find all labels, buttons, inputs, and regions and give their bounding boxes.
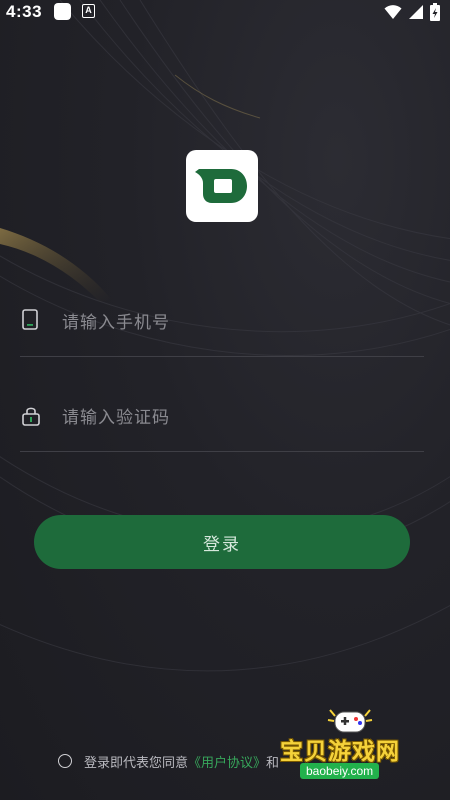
status-icons <box>384 3 440 21</box>
phone-icon <box>22 309 38 330</box>
watermark-url: baobeiy.com <box>300 763 380 779</box>
agree-checkbox[interactable] <box>58 754 72 768</box>
status-time: 4:33 <box>6 2 43 21</box>
watermark-text: 宝贝游戏网 <box>280 739 400 765</box>
lock-icon <box>22 407 40 426</box>
user-agreement-link[interactable]: 《用户协议》 <box>188 752 266 771</box>
battery-charging-icon <box>430 3 440 21</box>
login-button-label: 登录 <box>203 534 241 555</box>
login-button[interactable]: 登录 <box>34 515 410 569</box>
watermark: 宝贝游戏网 baobeiy.com <box>278 706 428 786</box>
phone-input[interactable]: 请输入手机号 <box>62 308 170 333</box>
phone-field[interactable]: 请输入手机号 <box>20 300 424 357</box>
status-bar: 4:33 A <box>0 0 450 26</box>
wifi-icon <box>384 5 402 19</box>
notification-app-icon <box>54 3 71 20</box>
agreement-row: 登录即代表您同意 《用户协议》 和 <box>58 751 279 771</box>
verification-code-input[interactable]: 请输入验证码 <box>62 403 170 428</box>
cellular-signal-icon <box>409 5 423 19</box>
app-logo-icon <box>186 150 258 222</box>
notification-a-icon: A <box>82 4 95 18</box>
code-field[interactable]: 请输入验证码 <box>20 395 424 452</box>
agreement-prefix: 登录即代表您同意 <box>84 755 189 771</box>
